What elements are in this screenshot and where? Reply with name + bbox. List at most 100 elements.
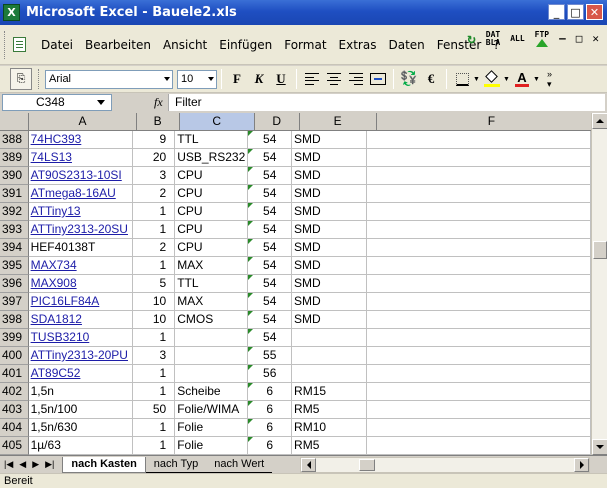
cell-a[interactable]: MAX734 (28, 257, 134, 275)
cell-c[interactable] (175, 329, 249, 347)
row-header[interactable]: 404 (0, 419, 29, 437)
chevron-down-icon[interactable]: ▼ (533, 76, 541, 83)
cell-c[interactable] (175, 365, 249, 383)
row-header[interactable]: 396 (0, 275, 29, 293)
workbook-icon[interactable] (11, 36, 29, 54)
cell-f[interactable] (367, 347, 591, 365)
cell-b[interactable]: 1 (133, 329, 176, 347)
row-header[interactable]: 400 (0, 347, 29, 365)
cell-e[interactable]: SMD (292, 131, 368, 149)
cell-a[interactable]: 1µ/63 (28, 437, 134, 455)
cell-c[interactable]: CPU (175, 221, 249, 239)
ftp-tool[interactable]: FTP (535, 31, 549, 47)
cell-e[interactable]: SMD (292, 257, 368, 275)
row-header[interactable]: 390 (0, 167, 29, 185)
column-header-d[interactable]: D (254, 113, 300, 131)
row-header[interactable]: 399 (0, 329, 29, 347)
row-header[interactable]: 398 (0, 311, 29, 329)
formula-input[interactable]: Filter (168, 94, 605, 111)
cell-a[interactable]: ATTiny13 (28, 203, 134, 221)
row-header[interactable]: 397 (0, 293, 29, 311)
cell-e[interactable]: SMD (292, 311, 368, 329)
horizontal-scroll-thumb[interactable] (359, 459, 375, 471)
chevron-down-icon[interactable]: ▼ (473, 76, 481, 83)
cell-c[interactable]: MAX (175, 293, 249, 311)
column-header-c[interactable]: C (179, 113, 255, 131)
cell-f[interactable] (367, 275, 591, 293)
cell-f[interactable] (367, 401, 591, 419)
vertical-scrollbar[interactable] (591, 113, 607, 455)
cell-a[interactable]: 1,5n (28, 383, 134, 401)
cell-e[interactable]: RM5 (292, 437, 368, 455)
cell-e[interactable]: RM15 (292, 383, 368, 401)
cell-b[interactable]: 5 (133, 275, 176, 293)
font-color-button[interactable]: A (511, 68, 533, 90)
align-right-button[interactable] (345, 68, 367, 90)
bold-button[interactable]: F (226, 68, 248, 90)
cell-f[interactable] (367, 149, 591, 167)
cell-a[interactable]: 74LS13 (28, 149, 134, 167)
cell-a[interactable]: ATTiny2313-20PU (28, 347, 134, 365)
cell-d[interactable]: 56 (248, 365, 293, 383)
cell-c[interactable]: TTL (175, 131, 249, 149)
cell-b[interactable]: 1 (133, 383, 176, 401)
insert-function-icon[interactable]: fx (154, 95, 163, 110)
align-center-button[interactable] (323, 68, 345, 90)
cell-b[interactable]: 3 (133, 167, 176, 185)
cell-c[interactable]: MAX (175, 257, 249, 275)
cell-f[interactable] (367, 293, 591, 311)
cell-d[interactable]: 55 (248, 347, 293, 365)
cell-b[interactable]: 2 (133, 185, 176, 203)
scroll-down-button[interactable] (592, 439, 607, 455)
currency-style-button[interactable]: 💱 (398, 68, 420, 90)
cell-f[interactable] (367, 329, 591, 347)
horizontal-scrollbar[interactable] (300, 457, 590, 473)
chevron-down-icon[interactable]: ▼ (503, 76, 511, 83)
toolbar-options-arrow[interactable]: » ▾ (547, 69, 557, 89)
cell-b[interactable]: 1 (133, 257, 176, 275)
cell-a[interactable]: ATTiny2313-20SU (28, 221, 134, 239)
cell-f[interactable] (367, 167, 591, 185)
cell-d[interactable]: 6 (248, 383, 293, 401)
cell-d[interactable]: 54 (248, 185, 293, 203)
excel-app-icon[interactable]: X (3, 4, 20, 21)
row-header[interactable]: 391 (0, 185, 29, 203)
cell-f[interactable] (367, 221, 591, 239)
row-header[interactable]: 395 (0, 257, 29, 275)
cell-c[interactable]: CPU (175, 167, 249, 185)
cell-e[interactable] (292, 365, 368, 383)
toolbar-grip[interactable] (38, 69, 41, 89)
last-sheet-icon[interactable]: ▶| (45, 459, 54, 470)
fill-color-button[interactable] (481, 68, 503, 90)
minimize-button[interactable]: _ (548, 4, 565, 20)
cell-e[interactable]: SMD (292, 221, 368, 239)
align-left-button[interactable] (301, 68, 323, 90)
sheet-tab[interactable]: nach Typ (145, 457, 207, 473)
cell-a[interactable]: MAX908 (28, 275, 134, 293)
underline-button[interactable]: U (270, 68, 292, 90)
cell-a[interactable]: PIC16LF84A (28, 293, 134, 311)
menu-einfuegen[interactable]: Einfügen (213, 35, 278, 55)
cell-d[interactable]: 54 (248, 131, 293, 149)
cell-d[interactable]: 54 (248, 221, 293, 239)
cell-a[interactable]: 1,5n/630 (28, 419, 134, 437)
cell-b[interactable]: 1 (133, 221, 176, 239)
scroll-left-button[interactable] (301, 458, 316, 472)
cell-d[interactable]: 54 (248, 275, 293, 293)
italic-button[interactable]: K (248, 68, 270, 90)
font-size-select[interactable]: 10 (177, 69, 217, 89)
cell-c[interactable]: CPU (175, 185, 249, 203)
scroll-thumb[interactable] (593, 241, 607, 259)
scroll-up-button[interactable] (592, 113, 607, 129)
cell-e[interactable]: SMD (292, 275, 368, 293)
cell-f[interactable] (367, 203, 591, 221)
cell-c[interactable]: Folie/WIMA (175, 401, 249, 419)
sheet-tab[interactable]: nach Kasten (62, 456, 146, 473)
cell-b[interactable]: 1 (133, 203, 176, 221)
cell-d[interactable]: 54 (248, 167, 293, 185)
cell-d[interactable]: 54 (248, 149, 293, 167)
column-header-a[interactable]: A (29, 113, 137, 131)
cell-d[interactable]: 6 (248, 401, 293, 419)
cell-b[interactable]: 2 (133, 239, 176, 257)
cell-b[interactable]: 3 (133, 347, 176, 365)
